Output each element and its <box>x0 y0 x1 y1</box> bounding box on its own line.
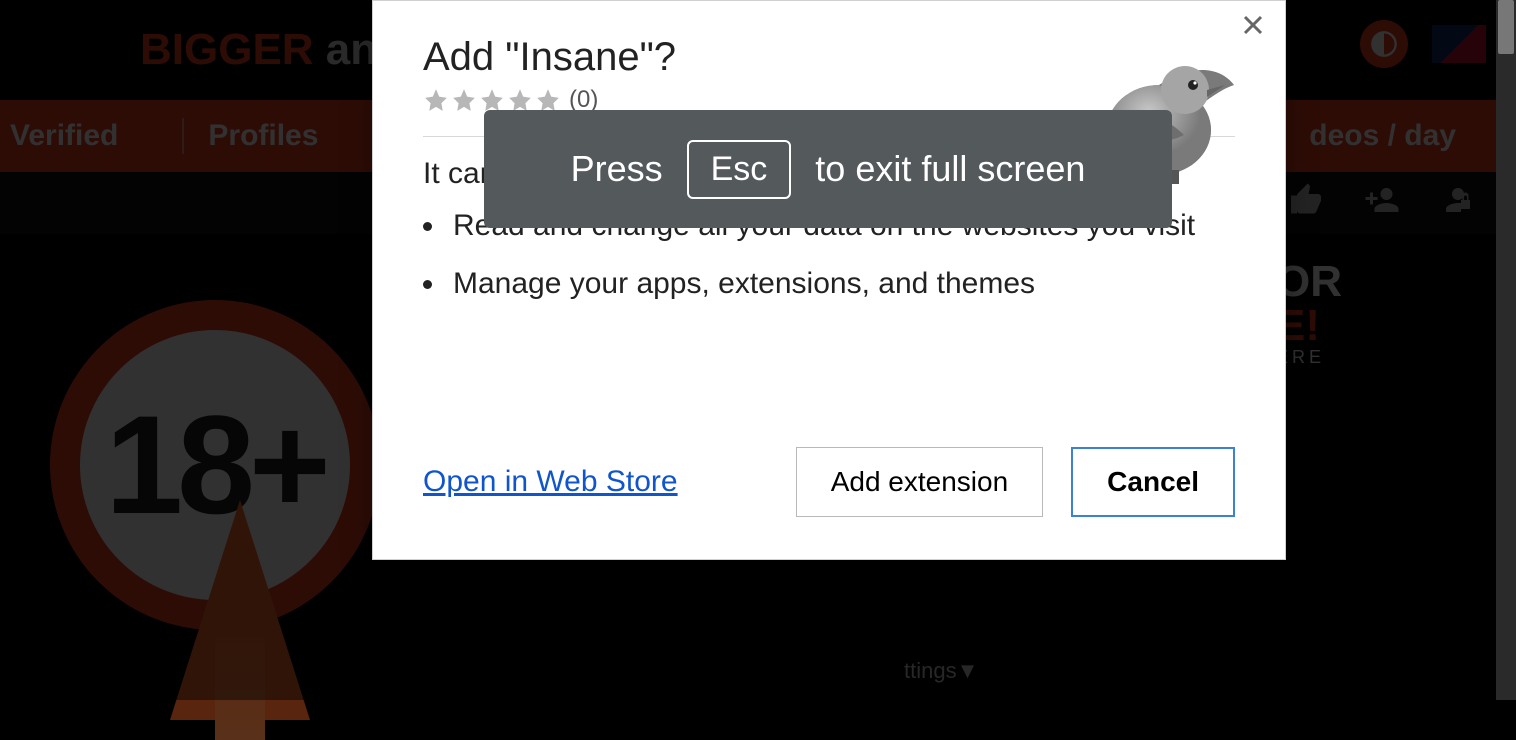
permission-item: Manage your apps, extensions, and themes <box>447 267 1235 301</box>
star-icon <box>423 87 449 113</box>
fullscreen-esc-toast: Press Esc to exit full screen <box>484 110 1172 228</box>
cancel-button[interactable]: Cancel <box>1071 447 1235 517</box>
dialog-footer: Open in Web Store Add extension Cancel <box>423 447 1235 517</box>
add-extension-button[interactable]: Add extension <box>796 447 1043 517</box>
add-extension-dialog: Add "Insane"? (0) It can: Read and chang… <box>372 0 1286 560</box>
scrollbar-thumb[interactable] <box>1498 0 1514 54</box>
close-button[interactable] <box>1241 13 1265 42</box>
esc-key: Esc <box>687 140 792 199</box>
open-web-store-link[interactable]: Open in Web Store <box>423 465 678 499</box>
star-icon <box>451 87 477 113</box>
toast-exit: to exit full screen <box>815 148 1085 190</box>
toast-press: Press <box>571 148 663 190</box>
scrollbar-track[interactable] <box>1496 0 1516 700</box>
